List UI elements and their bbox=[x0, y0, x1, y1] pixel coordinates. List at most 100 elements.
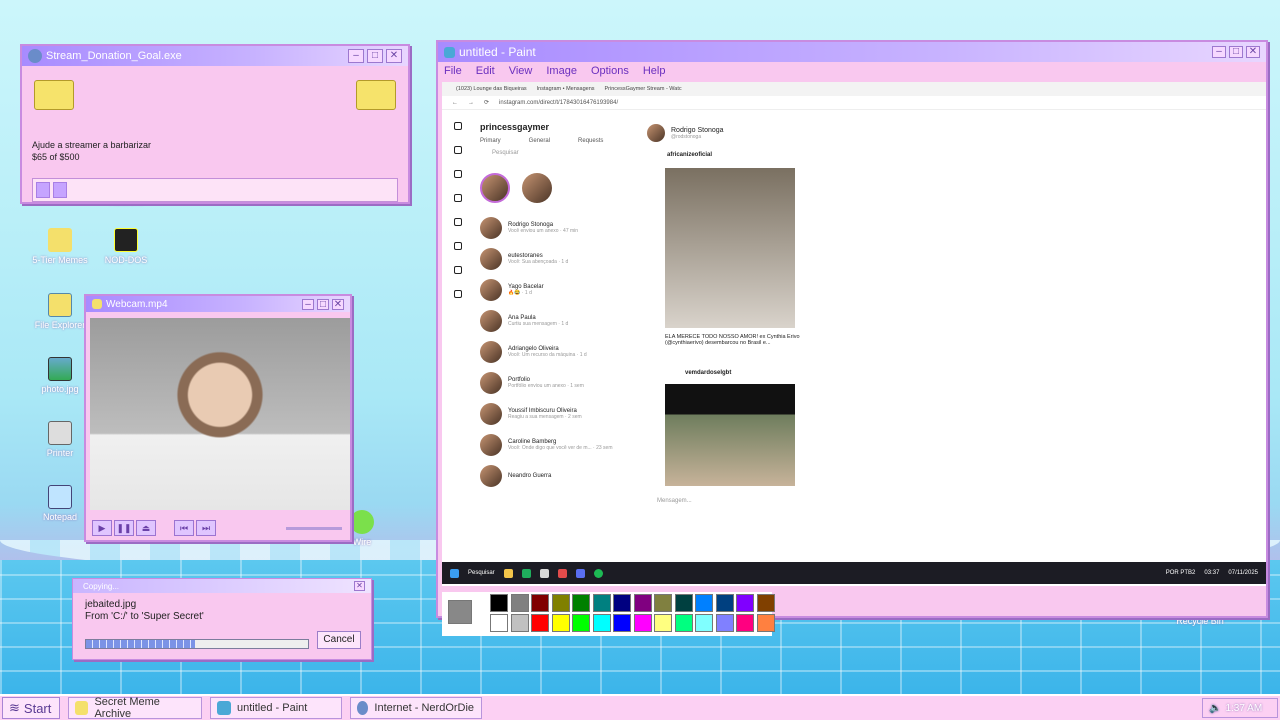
instagram-logo-icon[interactable] bbox=[454, 122, 462, 130]
windows-lang[interactable]: POR PTB2 bbox=[1166, 570, 1196, 576]
close-button[interactable]: ✕ bbox=[1246, 46, 1260, 58]
palette-swatch[interactable] bbox=[510, 594, 529, 612]
edge-icon[interactable] bbox=[521, 568, 531, 578]
tab-general[interactable]: General bbox=[529, 138, 550, 150]
speaker-icon[interactable]: 🔈 bbox=[1209, 703, 1221, 714]
palette-swatch[interactable] bbox=[674, 614, 693, 632]
palette-swatch[interactable] bbox=[633, 614, 652, 632]
palette-swatch[interactable] bbox=[531, 614, 549, 632]
avatar[interactable] bbox=[480, 173, 510, 203]
palette-swatch[interactable] bbox=[736, 594, 754, 612]
desktop-icon-photo[interactable]: photo.jpg bbox=[28, 357, 92, 394]
windows-start-icon[interactable] bbox=[450, 568, 459, 578]
play-icon[interactable]: ▶ bbox=[92, 520, 112, 536]
desktop-icon-nod-dos[interactable]: NOD-DOS bbox=[94, 228, 158, 265]
menu-edit[interactable]: Edit bbox=[476, 65, 495, 77]
menu-view[interactable]: View bbox=[509, 65, 533, 77]
chrome-icon[interactable] bbox=[557, 568, 567, 578]
paint-titlebar[interactable]: untitled - Paint – □ ✕ bbox=[438, 42, 1266, 62]
windows-search[interactable]: Pesquisar bbox=[468, 570, 495, 576]
close-button[interactable]: ✕ bbox=[354, 581, 365, 591]
minimize-button[interactable]: – bbox=[1212, 46, 1226, 58]
previous-icon[interactable]: ⏮ bbox=[174, 520, 194, 536]
webcam-window[interactable]: Webcam.mp4 – □ ✕ ▶ ❚❚ ⏏ ⏮ ⏭ bbox=[84, 294, 352, 542]
browser-tab-stream[interactable]: PrincessGaymer Stream - Watc bbox=[605, 86, 682, 92]
browser-tab-instagram[interactable]: Instagram • Mensagens bbox=[537, 86, 595, 92]
palette-swatch[interactable] bbox=[715, 594, 734, 612]
palette-swatch[interactable] bbox=[490, 594, 508, 612]
create-icon[interactable] bbox=[454, 290, 462, 298]
home-icon[interactable] bbox=[454, 146, 462, 154]
palette-swatch[interactable] bbox=[736, 614, 754, 632]
maximize-button[interactable]: □ bbox=[317, 298, 329, 310]
instagram-account-name[interactable]: princessgaymer bbox=[480, 122, 640, 138]
shared-post-image[interactable] bbox=[665, 168, 795, 328]
back-icon[interactable]: ← bbox=[452, 100, 458, 106]
search-icon[interactable] bbox=[454, 170, 462, 178]
reload-icon[interactable]: ⟳ bbox=[484, 99, 489, 106]
desktop-icon-memes[interactable]: 5-Tier Memes bbox=[28, 228, 92, 265]
spotify-icon[interactable] bbox=[593, 568, 603, 578]
palette-swatch[interactable] bbox=[572, 614, 590, 632]
tab-requests[interactable]: Requests bbox=[578, 138, 603, 150]
explore-icon[interactable] bbox=[454, 194, 462, 202]
forward-icon[interactable]: → bbox=[468, 100, 474, 106]
palette-swatch[interactable] bbox=[510, 614, 529, 632]
explorer-icon[interactable] bbox=[503, 568, 513, 578]
palette-swatch[interactable] bbox=[654, 614, 672, 632]
messages-icon[interactable] bbox=[454, 242, 462, 250]
thread-item[interactable]: Ana Paula Curtiu sua mensagem · 1 d bbox=[480, 305, 640, 336]
taskbar-item-internet[interactable]: Internet - NerdOrDie.com bbox=[350, 697, 482, 719]
desktop-icon-file-explorer[interactable]: File Explorer bbox=[28, 293, 92, 330]
palette-swatch[interactable] bbox=[551, 594, 570, 612]
palette-swatch[interactable] bbox=[490, 614, 508, 632]
minimize-button[interactable]: – bbox=[302, 298, 314, 310]
copying-dialog[interactable]: Copying... ✕ jebaited.jpg From 'C:/' to … bbox=[72, 578, 372, 660]
palette-swatch[interactable] bbox=[551, 614, 570, 632]
windows-time[interactable]: 03:37 bbox=[1204, 570, 1219, 576]
message-input[interactable]: Mensagem... bbox=[657, 498, 692, 504]
next-icon[interactable]: ⏭ bbox=[196, 520, 216, 536]
palette-swatch[interactable] bbox=[715, 614, 734, 632]
donation-titlebar[interactable]: Stream_Donation_Goal.exe – □ ✕ bbox=[22, 46, 408, 66]
palette-swatch[interactable] bbox=[613, 594, 631, 612]
close-button[interactable]: ✕ bbox=[386, 49, 402, 63]
post2-author[interactable]: vemdardoselgbt bbox=[685, 370, 731, 376]
cancel-button[interactable]: Cancel bbox=[317, 631, 361, 649]
copying-titlebar[interactable]: Copying... ✕ bbox=[73, 579, 371, 593]
palette-swatch[interactable] bbox=[531, 594, 549, 612]
taskbar-item-meme-archive[interactable]: Secret Meme Archive bbox=[68, 696, 202, 720]
palette-swatch[interactable] bbox=[654, 594, 672, 612]
paint-window[interactable]: untitled - Paint – □ ✕ File Edit View Im… bbox=[436, 40, 1268, 636]
discord-icon[interactable] bbox=[575, 568, 585, 578]
close-button[interactable]: ✕ bbox=[332, 298, 344, 310]
menu-help[interactable]: Help bbox=[643, 65, 666, 77]
eject-icon[interactable]: ⏏ bbox=[136, 520, 156, 536]
palette-swatch[interactable] bbox=[572, 594, 590, 612]
thread-item[interactable]: eutestoranes Você: Sua abençoada · 1 d bbox=[480, 243, 640, 274]
browser-url[interactable]: instagram.com/direct/t/17843016476193984… bbox=[499, 100, 618, 106]
palette-swatch[interactable] bbox=[613, 614, 631, 632]
browser-tab-youtube[interactable]: (1023) Lounge das Biqueiras bbox=[456, 86, 527, 92]
maximize-button[interactable]: □ bbox=[1229, 46, 1243, 58]
palette-swatch[interactable] bbox=[592, 594, 611, 612]
minimize-button[interactable]: – bbox=[348, 49, 364, 63]
menu-image[interactable]: Image bbox=[546, 65, 577, 77]
palette-swatch[interactable] bbox=[756, 594, 775, 612]
shared-video-image[interactable] bbox=[665, 384, 795, 486]
webcam-titlebar[interactable]: Webcam.mp4 – □ ✕ bbox=[86, 296, 350, 312]
avatar[interactable] bbox=[647, 124, 665, 142]
palette-swatch[interactable] bbox=[633, 594, 652, 612]
thread-item[interactable]: Portfolio Portfólio enviou um anexo · 1 s… bbox=[480, 367, 640, 398]
thread-item[interactable]: Yago Bacelar 🔥😂 · 1 d bbox=[480, 274, 640, 305]
thread-item[interactable]: Neandro Guerra bbox=[480, 460, 640, 491]
menu-options[interactable]: Options bbox=[591, 65, 629, 77]
palette-swatch[interactable] bbox=[592, 614, 611, 632]
heart-icon[interactable] bbox=[454, 266, 462, 274]
palette-swatch[interactable] bbox=[695, 614, 713, 632]
instagram-search-input[interactable]: Pesquisar bbox=[480, 150, 640, 164]
windows-date[interactable]: 07/11/2025 bbox=[1228, 570, 1258, 576]
desktop-icon-notepad[interactable]: Notepad bbox=[28, 485, 92, 522]
paint-canvas[interactable]: (1023) Lounge das Biqueiras Instagram • … bbox=[442, 82, 1266, 586]
start-button[interactable]: ≋ Start bbox=[2, 697, 60, 719]
